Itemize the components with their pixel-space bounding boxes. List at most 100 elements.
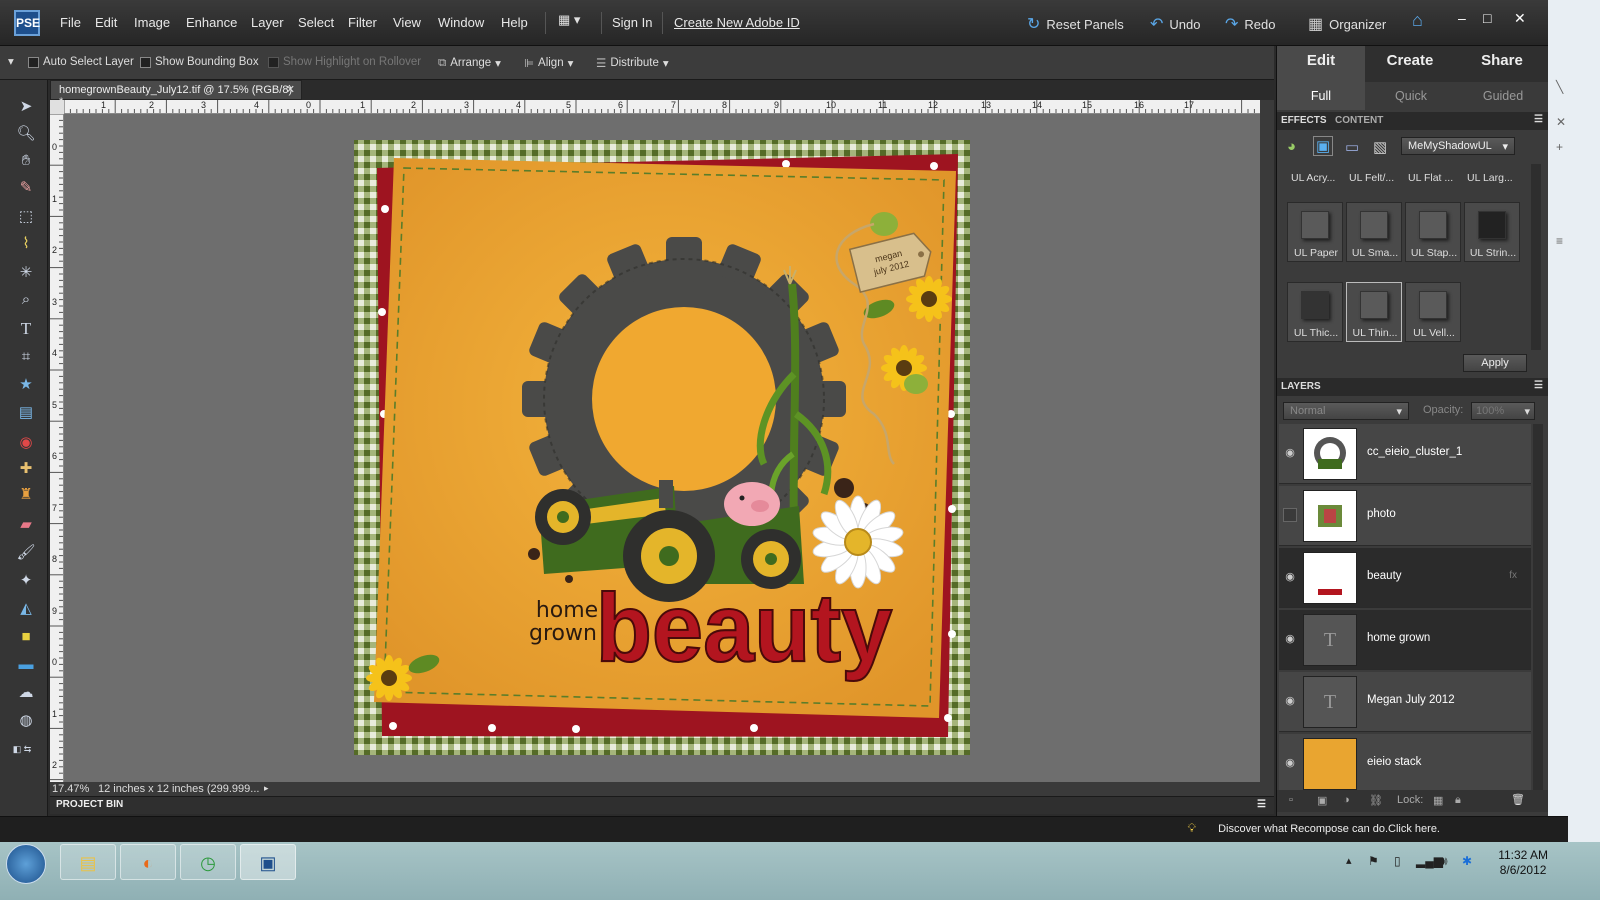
fx-label[interactable]: UL Acry... bbox=[1291, 172, 1335, 184]
type-tool-icon[interactable]: T bbox=[14, 318, 38, 340]
style-fx-icon[interactable]: fx bbox=[1509, 570, 1517, 581]
layers-tab[interactable]: LAYERS bbox=[1281, 381, 1321, 392]
effect-thumbnail[interactable]: UL Strin... bbox=[1464, 202, 1520, 262]
explorer-taskbar-icon[interactable]: ▤ bbox=[60, 844, 116, 880]
eye-icon[interactable]: ◉ bbox=[1283, 570, 1297, 584]
effect-thumbnail[interactable]: UL Vell... bbox=[1405, 282, 1461, 342]
layers-scrollbar[interactable] bbox=[1533, 424, 1543, 790]
power-icon[interactable]: ▯ bbox=[1394, 854, 1401, 868]
link-layers-icon[interactable]: ⛓ bbox=[1369, 794, 1383, 807]
organizer-button[interactable]: ▦ Organizer bbox=[1308, 14, 1386, 34]
blur-tool-icon[interactable]: ☁ bbox=[14, 682, 38, 704]
clock-app-taskbar-icon[interactable]: ◷ bbox=[180, 844, 236, 880]
layer-row[interactable]: photo bbox=[1279, 486, 1531, 546]
default-colors-icon[interactable]: ◧ ⇆ bbox=[10, 738, 34, 760]
start-button[interactable] bbox=[6, 844, 46, 884]
tab-create[interactable]: Create bbox=[1365, 46, 1455, 82]
eyedropper-tool-icon[interactable]: ✎ bbox=[14, 177, 38, 199]
menu-help[interactable]: Help bbox=[501, 15, 528, 30]
cookie-cutter-tool-icon[interactable]: ★ bbox=[14, 374, 38, 396]
show-highlight-checkbox[interactable]: Show Highlight on Rollover bbox=[268, 56, 421, 68]
system-clock[interactable]: 11:32 AM 8/6/2012 bbox=[1498, 848, 1548, 878]
menu-layer[interactable]: Layer bbox=[251, 15, 284, 30]
apply-button[interactable]: Apply bbox=[1463, 354, 1527, 372]
menu-filter[interactable]: Filter bbox=[348, 15, 377, 30]
document-tab[interactable]: homegrownBeauty_July12.tif @ 17.5% (RGB/… bbox=[50, 80, 302, 108]
volume-icon[interactable]: 🔊︎ bbox=[1440, 854, 1448, 869]
zoom-tool-icon[interactable]: 🔍︎ bbox=[14, 123, 38, 145]
sign-in-link[interactable]: Sign In bbox=[612, 15, 652, 30]
style-category-dropdown[interactable]: MeMyShadowUL ▾ bbox=[1401, 137, 1515, 155]
marquee-tool-icon[interactable]: ⬚ bbox=[14, 206, 38, 228]
home-icon[interactable]: ⌂ bbox=[1412, 10, 1423, 31]
layer-row[interactable]: ◉ T Megan July 2012 bbox=[1279, 672, 1531, 732]
menu-edit[interactable]: Edit bbox=[95, 15, 117, 30]
action-center-icon[interactable]: ⚑ bbox=[1368, 854, 1379, 868]
lock-transparency-icon[interactable]: ▦ bbox=[1433, 794, 1443, 807]
scrapbook-artwork[interactable]: megan july 2012 home grown beauty bbox=[64, 114, 1260, 782]
align-dropdown[interactable]: ⊫ Align ▾ bbox=[524, 56, 573, 70]
minimize-icon[interactable]: – bbox=[1458, 10, 1466, 26]
new-group-icon[interactable]: ▣ bbox=[1317, 794, 1327, 807]
close-tab-icon[interactable]: ✕ bbox=[286, 83, 295, 96]
layers-menu-icon[interactable]: ☰ bbox=[1534, 380, 1543, 391]
photoshop-elements-taskbar-icon[interactable]: ▣ bbox=[240, 844, 296, 880]
lock-all-icon[interactable]: 🔒︎ bbox=[1455, 794, 1461, 807]
effect-thumbnail[interactable]: UL Stap... bbox=[1405, 202, 1461, 262]
quick-selection-tool-icon[interactable]: ⌕ bbox=[14, 289, 38, 311]
layer-row[interactable]: ◉ eieio stack bbox=[1279, 734, 1531, 790]
redo-button[interactable]: ↷ Redo bbox=[1225, 14, 1275, 34]
layer-styles-icon[interactable]: ▣ bbox=[1313, 136, 1334, 156]
blend-mode-dropdown[interactable]: Normal ▾ bbox=[1283, 402, 1409, 420]
eye-icon[interactable]: ◉ bbox=[1283, 756, 1297, 770]
straighten-tool-icon[interactable]: ▤ bbox=[14, 402, 38, 424]
show-all-icon[interactable]: ▧ bbox=[1373, 138, 1387, 156]
tab-share[interactable]: Share bbox=[1455, 46, 1549, 82]
lasso-tool-icon[interactable]: ⌇ bbox=[14, 233, 38, 255]
tab-full[interactable]: Full bbox=[1277, 82, 1365, 110]
effect-thumbnail[interactable]: UL Paper bbox=[1287, 202, 1343, 262]
effects-scrollbar[interactable] bbox=[1531, 164, 1541, 350]
canvas-area[interactable]: megan july 2012 home grown beauty bbox=[64, 114, 1260, 782]
trash-icon[interactable]: 🗑︎ bbox=[1511, 793, 1525, 806]
brush-tool-icon[interactable]: 🖌︎ bbox=[14, 542, 38, 564]
menu-file[interactable]: File bbox=[60, 15, 81, 30]
options-menu-icon[interactable]: ▾ bbox=[8, 54, 14, 68]
maximize-icon[interactable]: □ bbox=[1483, 10, 1491, 26]
bin-menu-icon[interactable]: ☰ bbox=[1257, 799, 1266, 810]
layer-row-selected[interactable]: ◉ T home grown bbox=[1279, 610, 1531, 670]
tip-link[interactable]: Discover what Recompose can do.Click her… bbox=[1218, 823, 1440, 835]
network-icon[interactable]: ▂▄▆ bbox=[1416, 854, 1443, 868]
info-menu-icon[interactable]: ▸ bbox=[264, 783, 269, 794]
tab-edit[interactable]: Edit bbox=[1277, 46, 1365, 82]
effects-menu-icon[interactable]: ☰ bbox=[1534, 114, 1543, 125]
distribute-dropdown[interactable]: ☰ Distribute ▾ bbox=[596, 56, 669, 70]
hand-tool-icon[interactable]: ✋︎ bbox=[14, 150, 38, 172]
menu-view[interactable]: View bbox=[393, 15, 421, 30]
paint-bucket-tool-icon[interactable]: ◭ bbox=[14, 598, 38, 620]
eye-icon[interactable]: ◉ bbox=[1283, 694, 1297, 708]
healing-brush-tool-icon[interactable]: ✚ bbox=[14, 458, 38, 480]
arrange-dropdown[interactable]: ⧉ Arrange ▾ bbox=[438, 56, 501, 71]
effect-thumbnail[interactable]: UL Sma... bbox=[1346, 202, 1402, 262]
red-eye-tool-icon[interactable]: ◉ bbox=[14, 432, 38, 454]
eye-icon[interactable]: ◉ bbox=[1283, 632, 1297, 646]
zoom-level[interactable]: 17.47% bbox=[52, 783, 89, 795]
adjustment-layer-icon[interactable]: ◑ bbox=[1343, 794, 1350, 806]
effect-thumbnail[interactable]: UL Thic... bbox=[1287, 282, 1343, 342]
canvas-vertical-scrollbar[interactable] bbox=[1260, 100, 1274, 782]
new-layer-icon[interactable]: ▫ bbox=[1289, 794, 1293, 806]
auto-select-layer-checkbox[interactable]: Auto Select Layer bbox=[28, 56, 134, 68]
eye-icon[interactable]: ◉ bbox=[1283, 446, 1297, 460]
reset-panels-button[interactable]: ↻ Reset Panels bbox=[1027, 14, 1124, 34]
sponge-tool-icon[interactable]: ◍ bbox=[14, 710, 38, 732]
effect-thumbnail-selected[interactable]: UL Thin... bbox=[1346, 282, 1402, 342]
fx-label[interactable]: UL Flat ... bbox=[1408, 172, 1453, 184]
menu-select[interactable]: Select bbox=[298, 15, 334, 30]
magic-wand-tool-icon[interactable]: ✳ bbox=[14, 262, 38, 284]
eye-hidden-icon[interactable] bbox=[1283, 508, 1297, 522]
menu-image[interactable]: Image bbox=[134, 15, 170, 30]
create-adobe-id-link[interactable]: Create New Adobe ID bbox=[674, 15, 800, 30]
show-bounding-box-checkbox[interactable]: Show Bounding Box bbox=[140, 56, 259, 68]
menu-window[interactable]: Window bbox=[438, 15, 484, 30]
